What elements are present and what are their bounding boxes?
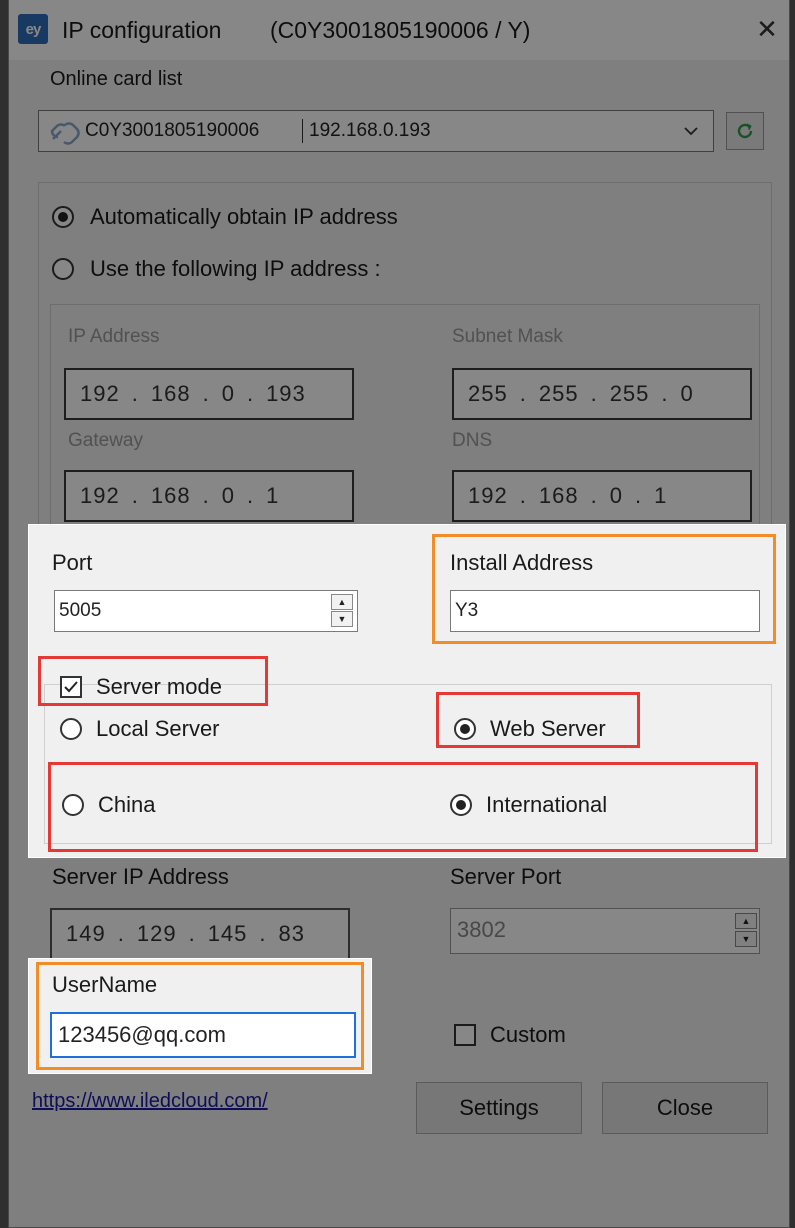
gateway-label: Gateway <box>68 430 143 451</box>
web-server-radio[interactable] <box>454 718 476 740</box>
username-field[interactable]: 123456@qq.com <box>50 1012 356 1058</box>
port-spin-down-icon[interactable]: ▼ <box>331 611 353 627</box>
chevron-down-icon <box>681 121 701 141</box>
port-label: Port <box>52 550 93 575</box>
ip-address-field[interactable]: 192. 168. 0. 193 <box>64 368 354 420</box>
spin-up-icon[interactable]: ▲ <box>735 913 757 929</box>
settings-button[interactable]: Settings <box>416 1082 582 1134</box>
web-server-label: Web Server <box>490 716 606 741</box>
link-icon <box>47 117 83 145</box>
dns-field[interactable]: 192. 168. 0. 1 <box>452 470 752 522</box>
install-address-label: Install Address <box>450 550 594 575</box>
server-ip-label: Server IP Address <box>52 864 229 889</box>
server-port-field[interactable]: 3802 ▲ ▼ <box>450 908 760 954</box>
china-radio[interactable] <box>62 794 84 816</box>
username-label: UserName <box>52 972 158 997</box>
subnet-mask-field[interactable]: 255. 255. 255. 0 <box>452 368 752 420</box>
refresh-icon <box>735 121 755 141</box>
close-icon[interactable]: ✕ <box>752 14 782 44</box>
port-field[interactable]: 5005 ▲ ▼ <box>54 590 358 632</box>
local-server-radio[interactable] <box>60 718 82 740</box>
china-label: China <box>98 792 156 817</box>
server-mode-checkbox[interactable] <box>60 676 82 698</box>
server-port-label: Server Port <box>450 864 562 889</box>
subnet-mask-label: Subnet Mask <box>452 326 563 347</box>
window-card-id: (C0Y3001805190006 / Y) <box>270 17 531 43</box>
footer-link[interactable]: https://www.iledcloud.com/ <box>32 1090 268 1113</box>
app-icon: ey <box>18 14 48 44</box>
manual-ip-label: Use the following IP address : <box>90 256 381 281</box>
refresh-button[interactable] <box>726 112 764 150</box>
auto-ip-label: Automatically obtain IP address <box>90 204 398 229</box>
spin-down-icon[interactable]: ▼ <box>735 931 757 947</box>
card-list-label: Online card list <box>50 68 183 90</box>
local-server-label: Local Server <box>96 716 220 741</box>
card-list-dropdown[interactable]: C0Y3001805190006 192.168.0.193 <box>38 110 714 152</box>
close-button[interactable]: Close <box>602 1082 768 1134</box>
custom-label: Custom <box>490 1022 566 1047</box>
port-spin-up-icon[interactable]: ▲ <box>331 594 353 610</box>
dns-label: DNS <box>452 430 493 451</box>
selected-card-id: C0Y3001805190006 <box>85 120 260 141</box>
selected-card-ip: 192.168.0.193 <box>309 120 431 141</box>
column-divider <box>302 119 303 143</box>
server-mode-label: Server mode <box>96 674 222 699</box>
auto-ip-radio[interactable] <box>52 206 74 228</box>
manual-ip-radio[interactable] <box>52 258 74 280</box>
international-label: International <box>486 792 608 817</box>
custom-checkbox[interactable] <box>454 1024 476 1046</box>
ip-address-label: IP Address <box>68 326 160 347</box>
server-ip-field[interactable]: 149. 129. 145. 83 <box>50 908 350 960</box>
international-radio[interactable] <box>450 794 472 816</box>
gateway-field[interactable]: 192. 168. 0. 1 <box>64 470 354 522</box>
window-title: IP configuration <box>62 17 222 43</box>
install-address-field[interactable]: Y3 <box>450 590 760 632</box>
